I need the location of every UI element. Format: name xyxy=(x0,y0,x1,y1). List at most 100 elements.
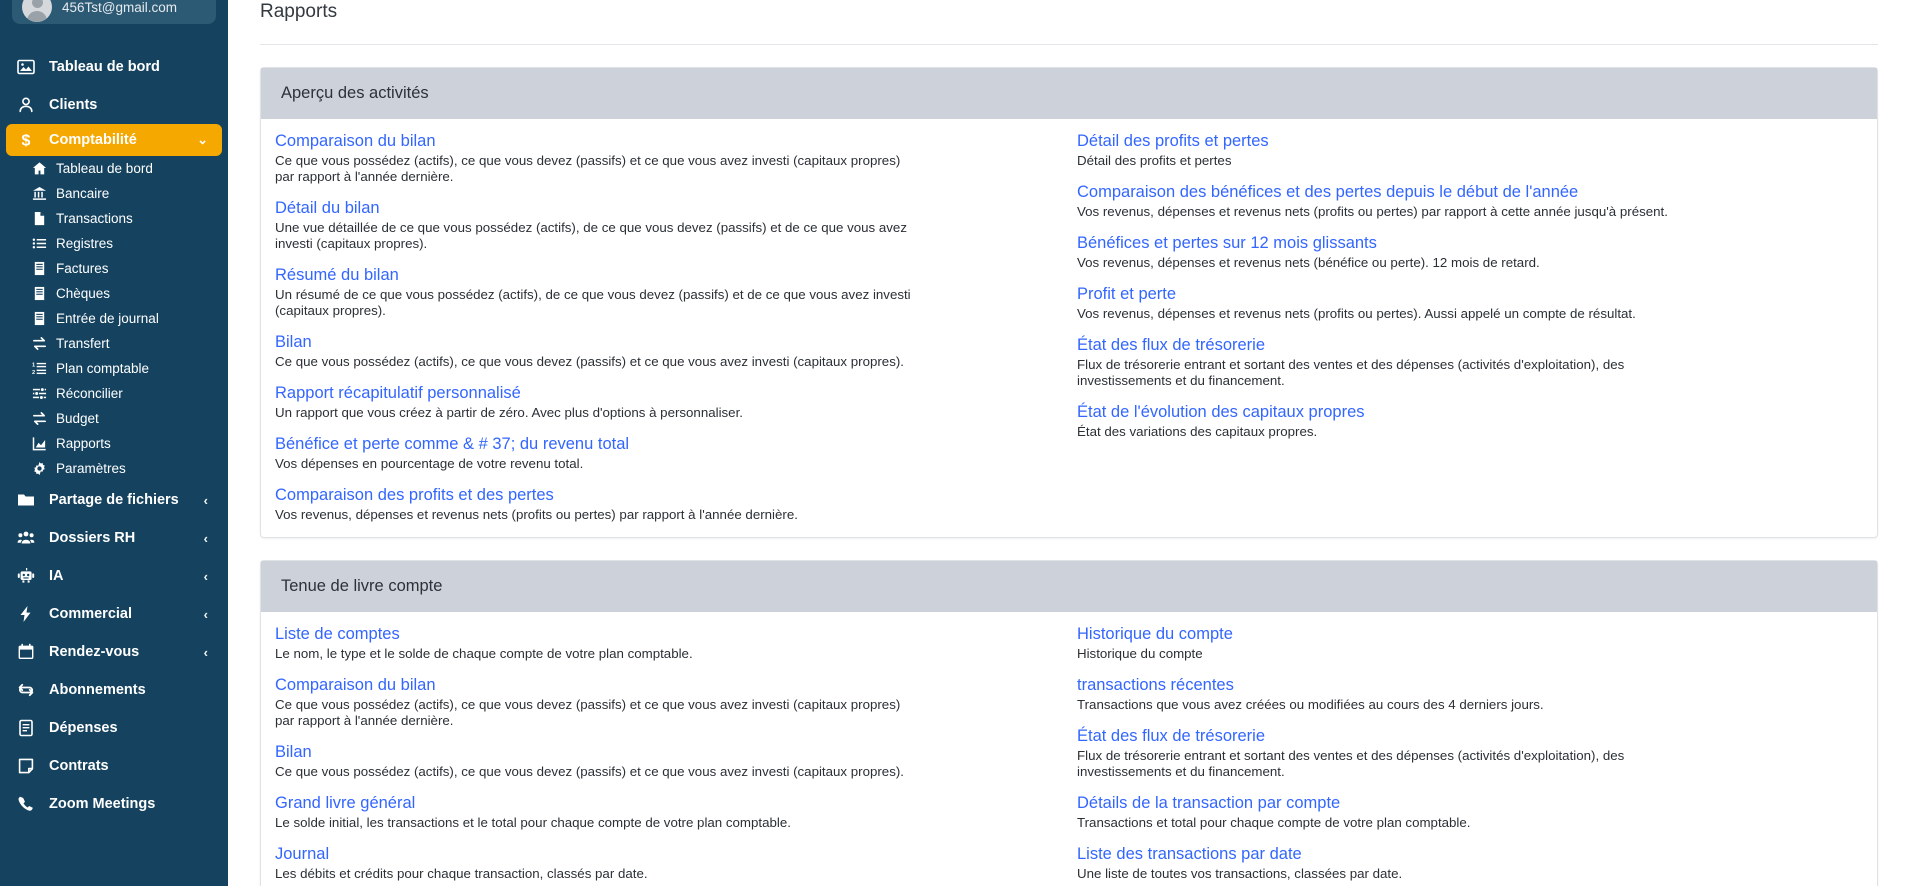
report-link[interactable]: Bilan xyxy=(275,332,312,353)
report-link[interactable]: Historique du compte xyxy=(1077,624,1233,645)
report-entry: Grand livre général Le solde initial, le… xyxy=(275,793,1053,831)
report-entry: Comparaison du bilan Ce que vous posséde… xyxy=(275,131,1053,185)
report-link[interactable]: Résumé du bilan xyxy=(275,265,399,286)
sidebar-item-ia[interactable]: IA ‹ xyxy=(0,557,228,595)
dashboard-icon xyxy=(16,58,36,76)
sidebar-item-depenses[interactable]: Dépenses xyxy=(0,709,228,747)
sidebar-subitem-reconcilier[interactable]: Réconcilier xyxy=(30,381,228,406)
report-link[interactable]: Détail des profits et pertes xyxy=(1077,131,1269,152)
report-link[interactable]: Grand livre général xyxy=(275,793,415,814)
chevron-left-icon[interactable]: ‹ xyxy=(204,569,208,584)
sidebar-subitem-bancaire[interactable]: Bancaire xyxy=(30,181,228,206)
report-link[interactable]: Comparaison du bilan xyxy=(275,131,436,152)
chevron-left-icon[interactable]: ‹ xyxy=(204,493,208,508)
report-entry: Bénéfices et pertes sur 12 mois glissant… xyxy=(1077,233,1861,271)
svg-text:1: 1 xyxy=(32,363,35,369)
report-entry: État des flux de trésorerie Flux de trés… xyxy=(1077,726,1861,780)
sidebar-item-label: Clients xyxy=(49,97,98,113)
sidebar-item-label: IA xyxy=(49,568,64,584)
report-description: Un résumé de ce que vous possédez (actif… xyxy=(275,287,911,318)
report-link[interactable]: État des flux de trésorerie xyxy=(1077,726,1265,747)
sidebar-item-clients[interactable]: Clients xyxy=(0,86,228,124)
sidebar-subitem-label: Factures xyxy=(56,261,109,276)
report-link[interactable]: État des flux de trésorerie xyxy=(1077,335,1265,356)
chevron-left-icon[interactable]: ‹ xyxy=(204,645,208,660)
report-link[interactable]: Comparaison des bénéfices et des pertes … xyxy=(1077,182,1578,203)
report-link[interactable]: Comparaison des profits et des pertes xyxy=(275,485,554,506)
sidebar-nav: Tableau de bord Clients $ Comptabilité ⌄ xyxy=(0,48,228,823)
report-link[interactable]: Bénéfices et pertes sur 12 mois glissant… xyxy=(1077,233,1377,254)
user-avatar-icon xyxy=(22,0,52,22)
sidebar-subitem-parametres[interactable]: Paramètres xyxy=(30,456,228,481)
phone-icon xyxy=(16,795,36,813)
sidebar-subitem-budget[interactable]: Budget xyxy=(30,406,228,431)
sidebar-subitem-transactions[interactable]: Transactions xyxy=(30,206,228,231)
sidebar-item-contrats[interactable]: Contrats xyxy=(0,747,228,785)
sidebar-subitem-label: Rapports xyxy=(56,436,111,451)
sidebar-subitem-label: Budget xyxy=(56,411,99,426)
chevron-left-icon[interactable]: ‹ xyxy=(204,607,208,622)
svg-text:2: 2 xyxy=(32,370,35,376)
report-link[interactable]: Profit et perte xyxy=(1077,284,1176,305)
report-link[interactable]: Journal xyxy=(275,844,329,865)
report-link[interactable]: Liste des transactions par date xyxy=(1077,844,1302,865)
sidebar-subitem-rapports[interactable]: Rapports xyxy=(30,431,228,456)
sidebar-subitem-tableau-de-bord[interactable]: Tableau de bord xyxy=(30,156,228,181)
report-link[interactable]: transactions récentes xyxy=(1077,675,1234,696)
report-entry: Liste des transactions par date Une list… xyxy=(1077,844,1861,882)
sidebar-item-dossiers-rh[interactable]: Dossiers RH ‹ xyxy=(0,519,228,557)
gear-icon xyxy=(30,461,48,476)
report-description: Flux de trésorerie entrant et sortant de… xyxy=(1077,748,1625,779)
user-card[interactable]: 456Tst@gmail.com xyxy=(12,0,216,24)
sidebar-item-comptabilite[interactable]: $ Comptabilité ⌄ xyxy=(6,124,222,156)
sidebar-subitem-label: Transactions xyxy=(56,211,133,226)
chevron-down-icon[interactable]: ⌄ xyxy=(197,132,208,148)
sidebar-item-partage-de-fichiers[interactable]: Partage de fichiers ‹ xyxy=(0,481,228,519)
sidebar-item-zoom-meetings[interactable]: Zoom Meetings xyxy=(0,785,228,823)
transfer-icon xyxy=(30,411,48,426)
card-header: Aperçu des activités xyxy=(261,68,1877,119)
card-column-left: Liste de comptes Le nom, le type et le s… xyxy=(261,624,1069,882)
sidebar-item-tableau-de-bord[interactable]: Tableau de bord xyxy=(0,48,228,86)
report-description: Une vue détaillée de ce que vous posséde… xyxy=(275,220,907,251)
report-entry: Bilan Ce que vous possédez (actifs), ce … xyxy=(275,332,1053,370)
list-icon xyxy=(30,236,48,251)
sidebar-item-rendez-vous[interactable]: Rendez-vous ‹ xyxy=(0,633,228,671)
report-entry: Comparaison du bilan Ce que vous posséde… xyxy=(275,675,1053,729)
report-link[interactable]: Bilan xyxy=(275,742,312,763)
report-description: Vos revenus, dépenses et revenus nets (p… xyxy=(1077,306,1636,321)
report-description: Détail des profits et pertes xyxy=(1077,153,1232,168)
sidebar-subitem-entree-de-journal[interactable]: Entrée de journal xyxy=(30,306,228,331)
report-link[interactable]: Rapport récapitulatif personnalisé xyxy=(275,383,521,404)
report-entry: État de l'évolution des capitaux propres… xyxy=(1077,402,1861,440)
sidebar-subitem-factures[interactable]: Factures xyxy=(30,256,228,281)
sidebar-item-label: Zoom Meetings xyxy=(49,796,156,812)
calendar-icon xyxy=(16,643,36,661)
report-entry: Comparaison des profits et des pertes Vo… xyxy=(275,485,1053,523)
sidebar-item-commercial[interactable]: Commercial ‹ xyxy=(0,595,228,633)
report-link[interactable]: Détails de la transaction par compte xyxy=(1077,793,1340,814)
report-link[interactable]: Comparaison du bilan xyxy=(275,675,436,696)
report-description: Le solde initial, les transactions et le… xyxy=(275,815,791,830)
report-description: Vos revenus, dépenses et revenus nets (p… xyxy=(275,507,798,522)
report-link[interactable]: Bénéfice et perte comme & # 37; du reven… xyxy=(275,434,629,455)
sidebar-item-abonnements[interactable]: Abonnements xyxy=(0,671,228,709)
sliders-icon xyxy=(30,386,48,401)
report-entry: Bilan Ce que vous possédez (actifs), ce … xyxy=(275,742,1053,780)
report-link[interactable]: Liste de comptes xyxy=(275,624,400,645)
sidebar-subitem-transfert[interactable]: Transfert xyxy=(30,331,228,356)
report-description: Le nom, le type et le solde de chaque co… xyxy=(275,646,693,661)
sidebar-item-label: Rendez-vous xyxy=(49,644,140,660)
chevron-left-icon[interactable]: ‹ xyxy=(204,531,208,546)
report-link[interactable]: Détail du bilan xyxy=(275,198,380,219)
report-entry: transactions récentes Transactions que v… xyxy=(1077,675,1861,713)
sidebar-subitem-cheques[interactable]: Chèques xyxy=(30,281,228,306)
report-entry: Liste de comptes Le nom, le type et le s… xyxy=(275,624,1053,662)
report-entry: Journal Les débits et crédits pour chaqu… xyxy=(275,844,1053,882)
report-description: Ce que vous possédez (actifs), ce que vo… xyxy=(275,354,904,369)
sidebar-subitem-plan-comptable[interactable]: 12 Plan comptable xyxy=(30,356,228,381)
sidebar-subitem-registres[interactable]: Registres xyxy=(30,231,228,256)
title-divider xyxy=(260,44,1878,45)
report-description: Ce que vous possédez (actifs), ce que vo… xyxy=(275,697,901,728)
report-link[interactable]: État de l'évolution des capitaux propres xyxy=(1077,402,1365,423)
